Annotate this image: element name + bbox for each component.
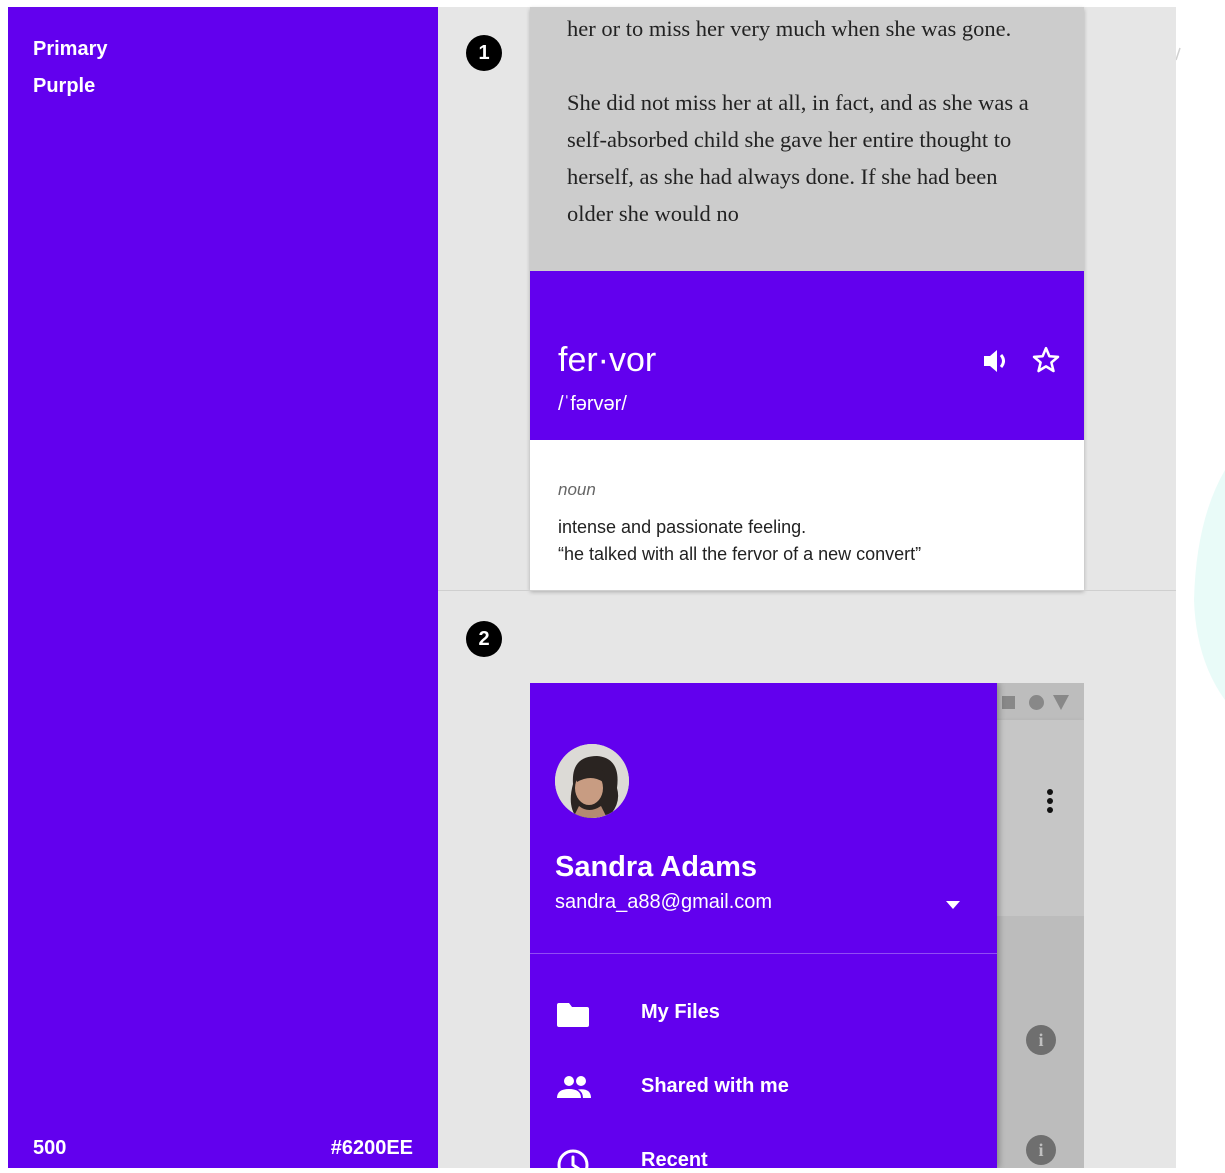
marker-2: 2 [466, 621, 502, 657]
drawer-item-my-files[interactable]: My Files [530, 986, 997, 1042]
definition-text: intense and passionate feeling. [558, 517, 807, 537]
back-icon [1053, 695, 1069, 710]
dictionary-pronunciation: /ˈfərvər/ [558, 393, 627, 415]
color-swatch: Primary Purple 500 #6200EE [8, 7, 438, 1168]
definition-example: “he talked with all the fervor of a new … [558, 544, 922, 564]
drawer-item-shared[interactable]: Shared with me [530, 1060, 997, 1116]
drawer-item-label: My Files [641, 1001, 720, 1023]
account-name: Sandra Adams [555, 851, 757, 883]
drawer-item-label: Recent [641, 1149, 708, 1168]
background-decoration [1175, 0, 1225, 1168]
people-icon [556, 1074, 592, 1107]
swatch-name-line1: Primary [33, 38, 108, 60]
star-outline-icon[interactable] [1031, 345, 1061, 380]
navigation-drawer: Sandra Adams sandra_a88@gmail.com My Fil… [530, 683, 997, 1168]
swatch-name-line2: Purple [33, 75, 96, 97]
volume-icon[interactable] [982, 347, 1012, 380]
account-email: sandra_a88@gmail.com [555, 891, 773, 913]
drawer-item-label: Shared with me [641, 1075, 789, 1097]
swatch-name: Primary Purple [33, 31, 108, 105]
book-paragraph: her or to miss her very much when she wa… [567, 16, 1012, 41]
section-divider [438, 590, 1176, 591]
examples-panel: 1 her or to miss her very much when she … [438, 7, 1176, 1168]
drawer-item-recent[interactable]: Recent [530, 1134, 997, 1168]
drawer-mockup: i i Sandra Adams sandra_a88@gmail.com My… [530, 683, 1084, 1168]
folder-icon [556, 1000, 590, 1033]
info-icon[interactable]: i [1026, 1135, 1056, 1165]
reader-mockup: her or to miss her very much when she wa… [530, 7, 1084, 590]
swatch-weight: 500 [33, 1137, 67, 1159]
book-paragraph: She did not miss her at all, in fact, an… [567, 90, 1029, 226]
drawer-divider [530, 953, 997, 954]
swatch-hex: #6200EE [330, 1137, 413, 1159]
part-of-speech: noun [558, 480, 596, 499]
more-vert-icon[interactable] [1045, 788, 1055, 821]
avatar[interactable] [555, 744, 629, 818]
book-text: her or to miss her very much when she wa… [567, 10, 1037, 269]
clock-icon [556, 1148, 590, 1168]
dictionary-word: fer·vor [558, 341, 657, 379]
recents-icon [1002, 696, 1015, 709]
dictionary-header: fer·vor /ˈfərvər/ [530, 271, 1084, 440]
home-icon [1029, 695, 1044, 710]
definition-block: intense and passionate feeling. “he talk… [558, 514, 921, 568]
info-icon[interactable]: i [1026, 1025, 1056, 1055]
marker-1: 1 [466, 35, 502, 71]
arrow-drop-down-icon[interactable] [946, 901, 960, 909]
dictionary-body: noun intense and passionate feeling. “he… [530, 440, 1084, 590]
